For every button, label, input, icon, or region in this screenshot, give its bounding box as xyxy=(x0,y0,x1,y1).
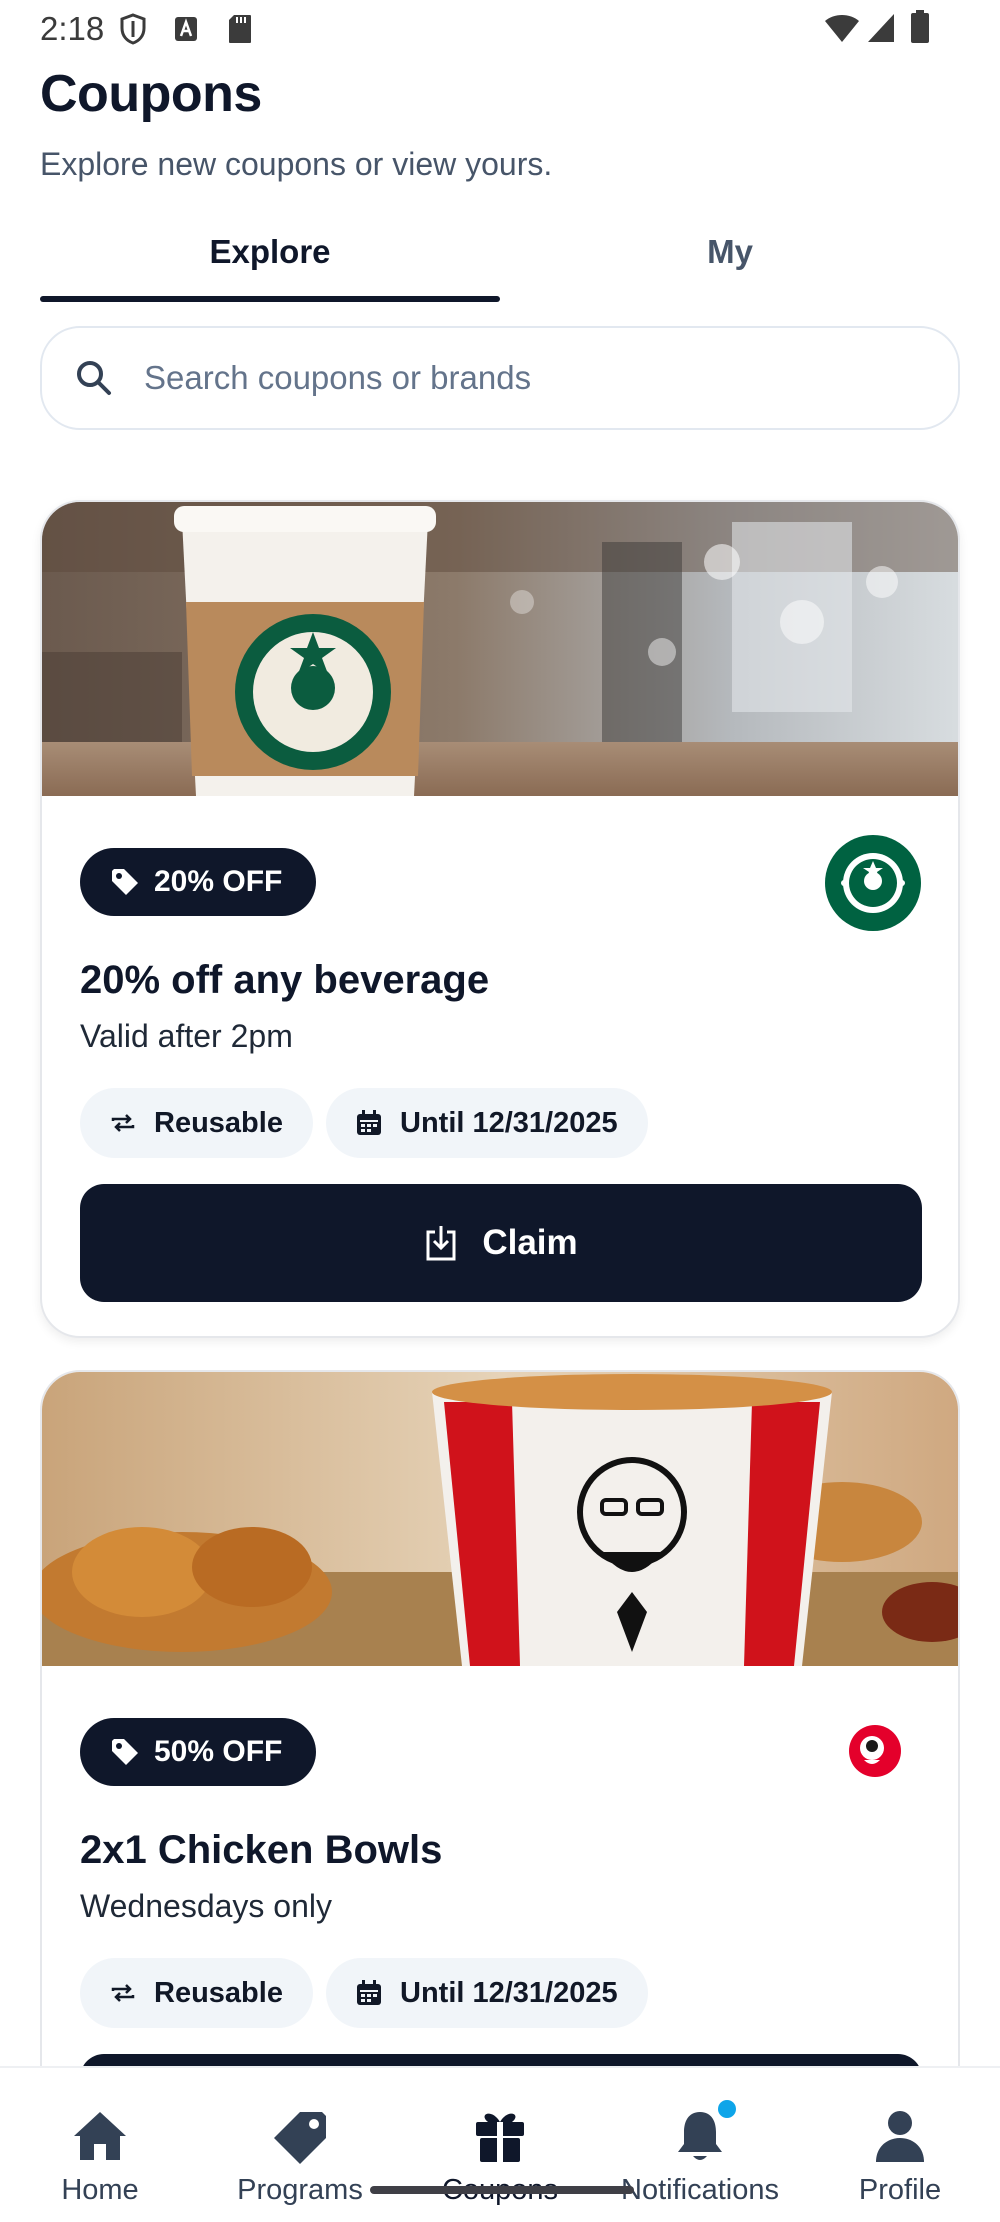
tag-icon xyxy=(112,869,138,895)
download-icon xyxy=(426,1226,456,1261)
repeat-icon xyxy=(111,1984,135,2002)
search-box[interactable] xyxy=(40,326,960,430)
search-input[interactable] xyxy=(144,348,924,408)
sd-card-icon xyxy=(229,15,251,43)
calendar-icon xyxy=(357,1980,381,2005)
search-icon xyxy=(77,361,111,395)
chip-reusable: Reusable xyxy=(80,1088,313,1158)
notification-dot xyxy=(718,2100,736,2118)
chip-validity: Until 12/31/2025 xyxy=(326,1958,648,2028)
calendar-icon xyxy=(357,1110,381,1135)
coupon-title: 20% off any beverage xyxy=(80,958,490,1002)
coupon-image-kfc xyxy=(42,1372,958,1666)
home-icon xyxy=(74,2112,126,2160)
coupon-card[interactable]: 20% OFF 20% off any beverage Valid after… xyxy=(40,500,960,1338)
chip-reusable: Reusable xyxy=(80,1958,313,2028)
bottom-nav: Home Programs Coupons Notifications Prof… xyxy=(0,2066,1000,2222)
shield-icon xyxy=(120,13,146,45)
kfc-logo xyxy=(849,1725,901,1777)
wifi-icon xyxy=(825,15,859,42)
tab-bar: Explore My xyxy=(40,222,960,304)
chip-reusable-label: Reusable xyxy=(154,1976,283,2009)
page-subtitle: Explore new coupons or view yours. xyxy=(40,146,553,182)
nav-profile-label: Profile xyxy=(858,2174,942,2206)
page-title: Coupons xyxy=(40,65,262,123)
repeat-icon xyxy=(111,1114,135,1132)
nav-home-label: Home xyxy=(61,2174,139,2206)
discount-badge: 50% OFF xyxy=(80,1718,317,1786)
nav-programs[interactable]: Programs xyxy=(200,2068,400,2222)
chip-reusable-label: Reusable xyxy=(154,1106,283,1139)
discount-badge-text: 20% OFF xyxy=(154,865,283,898)
tab-my[interactable]: My xyxy=(500,222,960,304)
person-icon xyxy=(876,2111,924,2162)
tab-explore[interactable]: Explore xyxy=(40,222,500,304)
status-bar: 2:18 xyxy=(0,0,1000,58)
keyboard-a-icon xyxy=(175,17,197,41)
coupon-description: Valid after 2pm xyxy=(80,1018,293,1054)
nav-notifications[interactable]: Notifications xyxy=(600,2068,800,2222)
chip-validity-label: Until 12/31/2025 xyxy=(400,1976,618,2009)
chip-validity: Until 12/31/2025 xyxy=(326,1088,648,1158)
status-time: 2:18 xyxy=(40,10,105,47)
header: Coupons Explore new coupons or view your… xyxy=(40,64,552,183)
starbucks-logo xyxy=(825,835,921,931)
nav-home[interactable]: Home xyxy=(0,2068,200,2222)
nav-profile[interactable]: Profile xyxy=(800,2068,1000,2222)
chip-validity-label: Until 12/31/2025 xyxy=(400,1106,618,1139)
signal-icon xyxy=(868,14,894,42)
coupon-description: Wednesdays only xyxy=(80,1888,332,1924)
tag-icon xyxy=(274,2112,326,2164)
claim-button-label: Claim xyxy=(482,1223,578,1262)
tab-active-indicator xyxy=(40,296,500,302)
nav-coupons[interactable]: Coupons xyxy=(400,2068,600,2222)
gesture-handle[interactable] xyxy=(370,2186,634,2194)
tag-icon xyxy=(112,1739,138,1765)
claim-button[interactable]: Claim xyxy=(80,1184,922,1302)
discount-badge-text: 50% OFF xyxy=(154,1735,283,1768)
gift-icon xyxy=(476,2113,524,2162)
coupon-image-starbucks xyxy=(42,502,958,796)
coupon-title: 2x1 Chicken Bowls xyxy=(80,1828,443,1872)
discount-badge: 20% OFF xyxy=(80,848,317,916)
battery-icon xyxy=(911,10,929,43)
